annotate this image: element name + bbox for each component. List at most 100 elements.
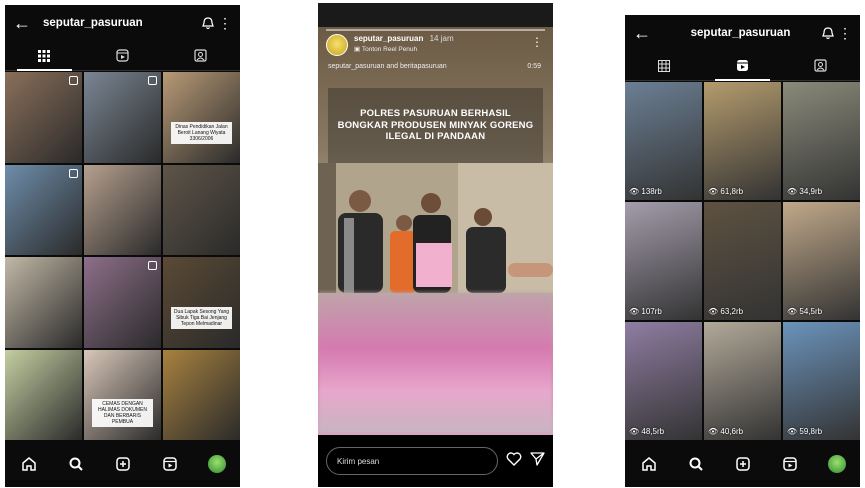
view-count-value: 138rb [641, 187, 662, 196]
profile-username: seputar_pasuruan [690, 27, 791, 39]
reel-badge-icon [69, 168, 78, 178]
profile-avatar-icon[interactable] [826, 453, 848, 475]
watch-full-reel-label: Tonton Reel Penuh [361, 46, 418, 53]
blurred-area [318, 293, 553, 433]
view-count-value: 54,5rb [799, 307, 823, 316]
reply-bar: Kirim pesan [318, 435, 553, 487]
bell-icon[interactable] [198, 16, 218, 30]
view-count-value: 107rb [641, 307, 662, 316]
reels-nav-icon[interactable] [159, 453, 181, 475]
reels-grid: 👁 138rb 👁 61,8rb 👁 34,9rb 👁 107rb 👁 63,2rb 👁 … [625, 82, 860, 440]
profile-tabs [5, 41, 240, 71]
view-count: 👁 138rb [629, 187, 662, 196]
search-icon[interactable] [685, 453, 707, 475]
post-caption: Dua Lapak Sesong Yang Sibuk Tiga Bai Jen… [170, 306, 233, 329]
eye-icon: 👁 [708, 427, 721, 436]
post-thumbnail[interactable] [84, 257, 161, 348]
view-count-value: 40,6rb [720, 427, 744, 436]
bell-icon[interactable] [818, 26, 838, 40]
profile-header: ← seputar_pasuruan ⋮ [625, 15, 860, 51]
account-avatar[interactable] [326, 34, 348, 56]
profile-header: ← seputar_pasuruan ⋮ [5, 5, 240, 41]
view-count: 👁 61,8rb [708, 187, 743, 196]
profile-avatar-icon[interactable] [206, 453, 228, 475]
reel-thumbnail[interactable]: 👁 138rb [625, 82, 702, 200]
reel-thumbnail[interactable]: 👁 61,8rb [704, 82, 781, 200]
post-thumbnail[interactable] [5, 164, 82, 255]
new-post-icon[interactable] [112, 453, 134, 475]
tab-tagged[interactable] [162, 41, 240, 70]
progress-bar [326, 29, 545, 31]
more-options-icon[interactable]: ⋮ [838, 25, 852, 42]
eye-icon: 👁 [629, 307, 642, 316]
post-thumbnail[interactable]: Dinas Pendidikan Jalan Beroit Lanang Wiy… [163, 72, 240, 163]
post-caption: CEMAS DENGAN HALIMAS DOKUMEN DAN BERBARI… [91, 399, 154, 428]
reel-thumbnail[interactable]: 👁 63,2rb [704, 202, 781, 320]
message-input[interactable]: Kirim pesan [326, 447, 498, 475]
eye-icon: 👁 [708, 187, 721, 196]
tab-tagged[interactable] [782, 51, 860, 80]
new-post-icon[interactable] [732, 453, 754, 475]
post-thumbnail[interactable] [5, 72, 82, 163]
view-count-value: 59,8rb [799, 427, 823, 436]
view-count: 👁 40,6rb [708, 427, 743, 436]
watch-full-reel-link[interactable]: ▣ Tonton Reel Penuh [354, 45, 417, 53]
post-thumbnail[interactable]: CEMAS DENGAN HALIMAS DOKUMEN DAN BERBARI… [84, 349, 161, 440]
post-thumbnail[interactable] [5, 257, 82, 348]
eye-icon: 👁 [787, 427, 800, 436]
reels-nav-icon[interactable] [779, 453, 801, 475]
reel-thumbnail[interactable]: 👁 40,6rb [704, 322, 781, 440]
search-icon[interactable] [65, 453, 87, 475]
reel-small-icon: ▣ [354, 46, 361, 53]
more-options-icon[interactable]: ⋮ [531, 35, 543, 49]
profile-grid-screen: ← seputar_pasuruan ⋮ Dinas Pendidikan Ja… [5, 5, 240, 487]
heart-icon[interactable] [506, 451, 522, 471]
post-thumbnail[interactable] [163, 164, 240, 255]
view-count: 👁 107rb [629, 307, 662, 316]
grid-icon [658, 59, 671, 72]
post-thumbnail[interactable] [163, 349, 240, 440]
tab-posts-grid[interactable] [5, 41, 83, 71]
view-count-value: 48,5rb [641, 427, 665, 436]
reels-icon [116, 49, 129, 62]
reel-viewer-screen: seputar_pasuruan 14 jam ▣ Tonton Reel Pe… [318, 3, 553, 487]
more-options-icon[interactable]: ⋮ [218, 15, 232, 32]
reel-username[interactable]: seputar_pasuruan [354, 34, 423, 43]
tagged-icon [814, 59, 827, 72]
view-count: 👁 48,5rb [629, 427, 664, 436]
post-thumbnail[interactable] [5, 349, 82, 440]
send-icon[interactable] [530, 451, 545, 471]
eye-icon: 👁 [629, 427, 642, 436]
tab-posts-grid[interactable] [625, 51, 703, 80]
view-count: 👁 63,2rb [708, 307, 743, 316]
reel-thumbnail[interactable]: 👁 59,8rb [783, 322, 860, 440]
reel-badge-icon [148, 261, 157, 270]
reel-thumbnail[interactable]: 👁 54,5rb [783, 202, 860, 320]
reel-badge-icon [69, 76, 78, 85]
tagged-icon [194, 49, 207, 62]
people-figures [318, 163, 553, 293]
home-icon[interactable] [638, 453, 660, 475]
reel-header-text: seputar_pasuruan 14 jam [354, 34, 454, 43]
post-thumbnail[interactable] [84, 72, 161, 163]
reel-time: 14 jam [429, 34, 454, 43]
view-count-value: 34,9rb [799, 187, 823, 196]
view-count: 👁 59,8rb [787, 427, 822, 436]
tab-reels[interactable] [703, 51, 781, 81]
eye-icon: 👁 [787, 187, 800, 196]
eye-icon: 👁 [629, 187, 642, 196]
reel-thumbnail[interactable]: 👁 48,5rb [625, 322, 702, 440]
post-thumbnail[interactable] [84, 164, 161, 255]
view-count-value: 61,8rb [720, 187, 744, 196]
post-thumbnail[interactable]: Dua Lapak Sesong Yang Sibuk Tiga Bai Jen… [163, 257, 240, 348]
reel-thumbnail[interactable]: 👁 34,9rb [783, 82, 860, 200]
home-icon[interactable] [18, 453, 40, 475]
tab-reels[interactable] [83, 41, 161, 70]
profile-reels-screen: ← seputar_pasuruan ⋮ 👁 138rb 👁 61,8rb 👁 34… [625, 15, 860, 487]
back-arrow-icon[interactable]: ← [633, 23, 655, 44]
back-arrow-icon[interactable]: ← [13, 13, 35, 34]
view-count: 👁 34,9rb [787, 187, 822, 196]
video-frame [318, 163, 553, 293]
profile-tabs [625, 51, 860, 81]
reel-thumbnail[interactable]: 👁 107rb [625, 202, 702, 320]
